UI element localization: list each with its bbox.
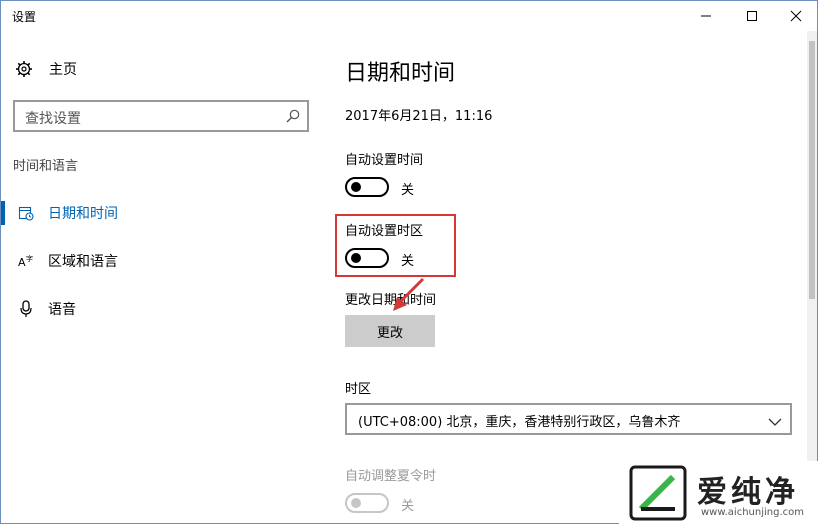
sidebar-item-date-time[interactable]: 日期和时间 [1, 195, 321, 231]
minimize-icon [701, 15, 711, 17]
active-indicator [1, 201, 5, 225]
arrow-annotation-icon [393, 277, 425, 311]
settings-window: 设置 主页 查找设置 时间和语言 日期和时间 A 字 区域和语言 语音 日期和时… [0, 0, 818, 524]
sidebar-item-speech[interactable]: 语音 [1, 291, 321, 327]
region-language-icon: A 字 [17, 252, 35, 270]
toggle-knob [351, 498, 361, 508]
watermark-text: 爱纯净 [697, 475, 799, 510]
svg-text:A: A [18, 256, 26, 269]
search-icon[interactable] [285, 108, 301, 128]
watermark: 爱纯净 www.aichunjing.com [619, 461, 818, 524]
section-label: 时间和语言 [13, 159, 79, 174]
watermark-url: www.aichunjing.com [701, 507, 804, 518]
toggle-knob [351, 182, 361, 192]
sidebar-item-label: 区域和语言 [48, 254, 118, 270]
microphone-icon [17, 300, 35, 318]
gear-icon [16, 61, 32, 77]
home-label: 主页 [49, 62, 77, 78]
auto-time-label: 自动设置时间 [345, 153, 424, 168]
highlight-annotation-box [335, 214, 456, 277]
maximize-button[interactable] [729, 1, 775, 31]
dst-label: 自动调整夏令时 [345, 469, 437, 484]
dst-state: 关 [401, 499, 415, 514]
sidebar-item-label: 语音 [48, 302, 76, 318]
maximize-icon [747, 11, 757, 21]
minimize-button[interactable] [683, 1, 729, 31]
close-icon [790, 10, 802, 22]
sidebar-item-label: 日期和时间 [48, 206, 118, 222]
search-box[interactable]: 查找设置 [13, 100, 309, 132]
svg-text:字: 字 [26, 254, 33, 263]
timezone-select[interactable]: (UTC+08:00) 北京，重庆，香港特别行政区，乌鲁木齐 [345, 403, 792, 435]
current-datetime: 2017年6月21日，11:16 [345, 109, 493, 124]
sidebar-item-region-language[interactable]: A 字 区域和语言 [1, 243, 321, 279]
title-bar: 设置 [1, 1, 817, 31]
auto-time-toggle[interactable] [345, 177, 389, 197]
timezone-value: (UTC+08:00) 北京，重庆，香港特别行政区，乌鲁木齐 [358, 415, 681, 430]
scrollbar[interactable] [807, 31, 817, 523]
dst-toggle[interactable] [345, 493, 389, 513]
calendar-clock-icon [17, 204, 35, 222]
watermark-logo-icon [629, 465, 687, 521]
scrollbar-thumb[interactable] [809, 41, 815, 299]
timezone-label: 时区 [345, 382, 372, 397]
page-title: 日期和时间 [345, 61, 456, 86]
change-datetime-button[interactable]: 更改 [345, 315, 435, 347]
search-placeholder[interactable]: 查找设置 [25, 108, 81, 128]
close-button[interactable] [773, 1, 818, 31]
auto-time-state: 关 [401, 183, 415, 198]
window-title: 设置 [12, 10, 37, 24]
home-nav-item[interactable]: 主页 [15, 58, 77, 80]
chevron-down-icon [768, 413, 782, 432]
